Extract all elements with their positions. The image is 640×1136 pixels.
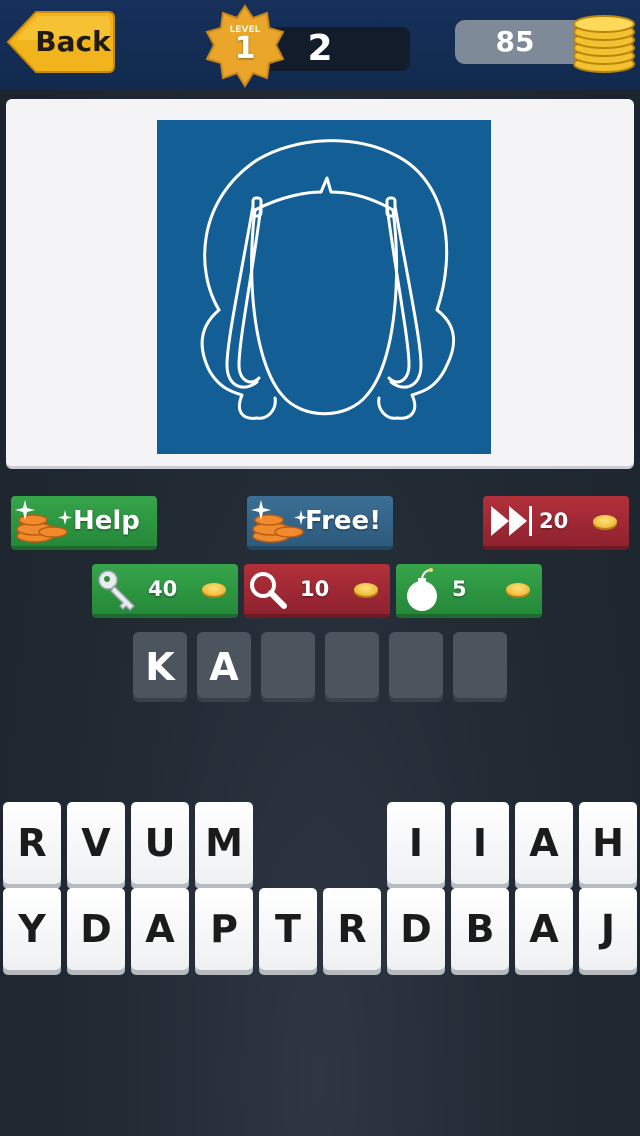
letter-tile[interactable]: D [67, 888, 125, 970]
answer-slot[interactable] [325, 632, 379, 702]
letter-tile[interactable]: D [387, 888, 445, 970]
answer-slot[interactable]: A [197, 632, 251, 702]
key-icon [98, 570, 136, 612]
tile-letter: D [80, 907, 112, 951]
key-cost: 40 [148, 577, 178, 601]
free-label: Free! [305, 506, 382, 536]
letter-tile[interactable]: I [451, 802, 509, 884]
tile-letter: P [210, 907, 238, 951]
hair-headband-outline-icon [200, 139, 456, 420]
answer-slot[interactable] [389, 632, 443, 702]
bomb-icon [407, 568, 437, 611]
tile-letter: T [275, 907, 301, 951]
tile-letter: R [17, 821, 47, 865]
tile-letter: I [472, 821, 488, 865]
tile-letter: M [205, 821, 243, 865]
puzzle-image [157, 120, 491, 454]
free-button[interactable]: Free! [247, 496, 393, 550]
answer-letter [389, 632, 443, 702]
coin-icon [506, 583, 530, 596]
letter-tile[interactable]: A [515, 888, 573, 970]
sparkling-coins-icon [251, 500, 308, 543]
skip-level-button[interactable]: 20 [483, 496, 629, 550]
coin-stack-icon [573, 15, 635, 73]
answer-letter: K [145, 645, 175, 689]
letter-tile[interactable]: I [387, 802, 445, 884]
help-label: Help [73, 506, 140, 536]
answer-letter [325, 632, 379, 702]
coin-icon [354, 583, 378, 596]
coin-icon [202, 583, 226, 596]
letter-tile[interactable]: H [579, 802, 637, 884]
letter-tile[interactable]: V [67, 802, 125, 884]
answer-slot[interactable] [453, 632, 507, 702]
tile-letter: A [529, 907, 559, 951]
letter-tile[interactable]: M [195, 802, 253, 884]
letter-tile[interactable]: R [3, 802, 61, 884]
reveal-letter-button[interactable]: 40 [92, 564, 238, 618]
letter-tile[interactable]: J [579, 888, 637, 970]
magnifying-glass-icon [250, 572, 287, 609]
tile-letter: J [600, 907, 616, 951]
answer-letter [261, 632, 315, 702]
tile-letter: A [529, 821, 559, 865]
fast-forward-icon [491, 506, 532, 536]
level-badge-number: 1 [234, 31, 256, 66]
letter-tile[interactable]: U [131, 802, 189, 884]
bomb-hint-button[interactable]: 5 [396, 564, 542, 618]
letter-tile[interactable]: A [515, 802, 573, 884]
tile-letter: H [592, 821, 624, 865]
coin-icon [593, 515, 617, 528]
tile-letter: I [408, 821, 424, 865]
answer-slot[interactable] [261, 632, 315, 702]
tile-letter: B [465, 907, 495, 951]
bomb-cost: 5 [452, 577, 467, 601]
coin-count: 85 [495, 25, 535, 58]
tile-letter: R [337, 907, 367, 951]
letter-tile[interactable]: P [195, 888, 253, 970]
level-number: 2 [307, 28, 333, 69]
sparkling-coins-icon [15, 500, 72, 543]
letter-tile[interactable]: R [323, 888, 381, 970]
tile-letter: V [81, 821, 111, 865]
letter-tile[interactable]: Y [3, 888, 61, 970]
letter-tile[interactable]: T [259, 888, 317, 970]
answer-slot[interactable]: K [133, 632, 187, 702]
back-label: Back [35, 25, 111, 58]
tile-letter: Y [18, 907, 46, 951]
back-button[interactable]: Back [6, 10, 116, 74]
magnifier-hint-button[interactable]: 10 [244, 564, 390, 618]
magnifier-cost: 10 [300, 577, 330, 601]
letter-tile[interactable]: A [131, 888, 189, 970]
letter-tile[interactable]: B [451, 888, 509, 970]
help-button[interactable]: Help [11, 496, 157, 550]
tile-letter: A [145, 907, 175, 951]
skip-cost: 20 [539, 509, 569, 533]
answer-letter: A [209, 645, 239, 689]
answer-letter [453, 632, 507, 702]
tile-letter: U [144, 821, 176, 865]
tile-letter: D [400, 907, 432, 951]
